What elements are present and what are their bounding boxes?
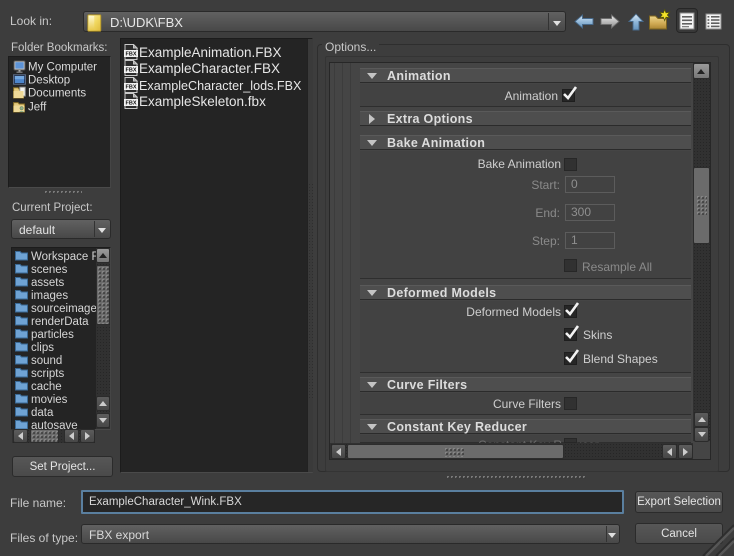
svg-text:FBX: FBX [126,100,137,106]
svg-text:FBX: FBX [126,52,137,58]
svg-text:FBX: FBX [126,84,137,90]
svg-text:FBX: FBX [126,68,137,74]
